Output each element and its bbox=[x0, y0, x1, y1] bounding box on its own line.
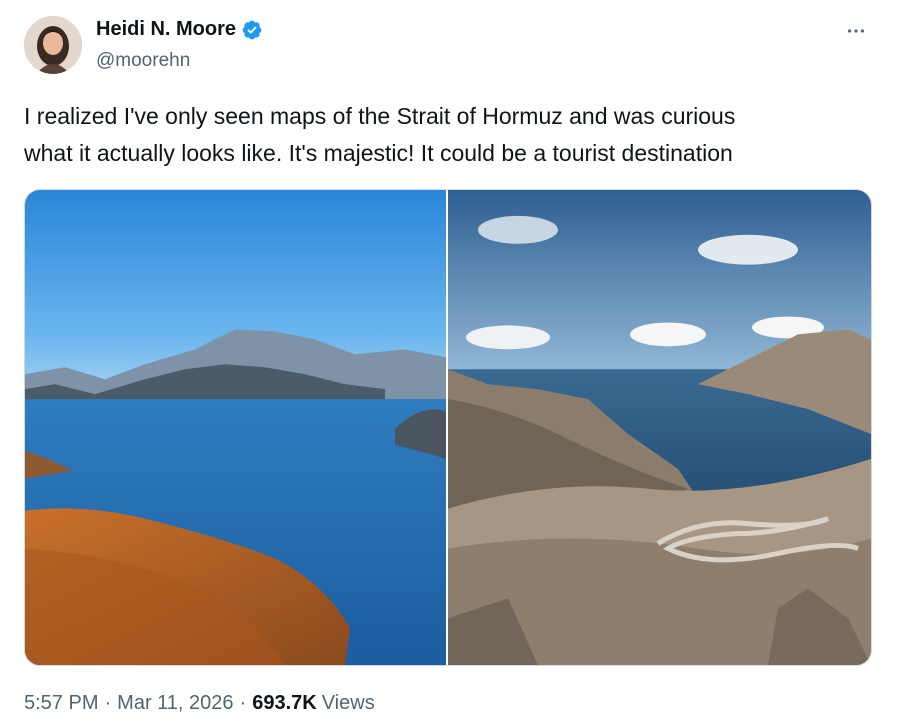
more-options-button[interactable] bbox=[843, 18, 869, 44]
media-grid bbox=[24, 189, 872, 666]
tweet-date-link[interactable]: Mar 11, 2026 bbox=[117, 692, 233, 715]
photo-2[interactable] bbox=[448, 190, 871, 665]
verified-badge-icon[interactable] bbox=[241, 19, 263, 41]
meta-separator: · bbox=[104, 692, 112, 714]
tweet-text: I realized I've only seen maps of the St… bbox=[24, 98, 864, 172]
views-count[interactable]: 693.7K bbox=[252, 692, 317, 715]
views-label: Views bbox=[321, 692, 375, 714]
avatar[interactable] bbox=[24, 16, 82, 74]
author-handle[interactable]: @moorehn bbox=[96, 50, 190, 72]
tweet-text-line-1: I realized I've only seen maps of the St… bbox=[24, 103, 736, 129]
avatar-image bbox=[24, 16, 82, 74]
author-display-name[interactable]: Heidi N. Moore bbox=[96, 18, 236, 41]
photo-1[interactable] bbox=[25, 190, 446, 665]
meta-separator: · bbox=[239, 692, 247, 714]
author-name-row: Heidi N. Moore bbox=[96, 18, 263, 41]
tweet-time-link[interactable]: 5:57 PM bbox=[24, 692, 98, 715]
tweet-text-line-2: what it actually looks like. It's majest… bbox=[24, 140, 733, 166]
tweet-meta: 5:57 PM · Mar 11, 2026 · 693.7K Views bbox=[24, 692, 375, 715]
fjord-blue-water-image bbox=[25, 190, 446, 665]
more-horizontal-icon bbox=[847, 29, 865, 33]
mountain-road-overlook-image bbox=[448, 190, 871, 665]
